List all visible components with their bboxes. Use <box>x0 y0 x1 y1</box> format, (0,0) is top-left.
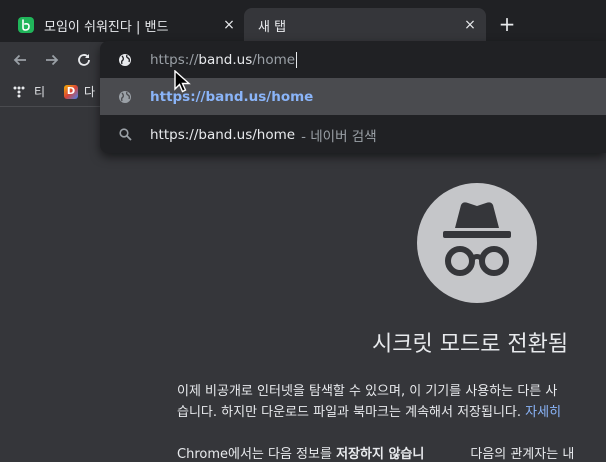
new-tab-button[interactable]: + <box>496 13 518 35</box>
incognito-details-line: Chrome에서는 다음 정보를 저장하지 않습니 다음의 관계자는 내 <box>177 443 574 462</box>
url-path: /home <box>252 51 296 68</box>
tistory-icon <box>13 86 25 97</box>
details-text-right: 다음의 관계자는 내 <box>470 447 575 462</box>
tab-band[interactable]: 모임이 쉬워진다 | 밴드 × <box>8 8 245 42</box>
bookmark-label: 티 <box>34 85 46 99</box>
url-scheme: https:// <box>150 51 199 68</box>
tab-title: 모임이 쉬워진다 | 밴드 <box>44 19 169 35</box>
mouse-cursor-icon <box>174 70 191 93</box>
globe-icon <box>100 53 150 67</box>
incognito-icon <box>417 183 537 303</box>
suggestion-query: https://band.us/home <box>150 126 296 143</box>
details-bold-text: 저장하지 않습니 <box>336 447 425 462</box>
bookmark-item[interactable]: 티 <box>12 83 45 100</box>
incognito-description-line2: 습니다. 하지만 다운로드 파일과 북마크는 계속해서 저장됩니다. 자세히 <box>177 401 561 420</box>
suggestion-source: - 네이버 검색 <box>301 128 377 145</box>
arrow-right-icon <box>46 54 59 66</box>
tab-title: 새 탭 <box>258 19 287 35</box>
tab-strip: 모임이 쉬워진다 | 밴드 × 새 탭 × + <box>0 0 606 46</box>
reload-icon <box>78 54 90 66</box>
url-host: band.us <box>198 51 253 68</box>
close-icon[interactable]: × <box>221 17 237 33</box>
page-title: 시크릿 모드로 전환됨 <box>372 332 569 357</box>
bookmark-label: 다 <box>84 85 96 99</box>
back-button[interactable] <box>8 48 32 72</box>
reload-button[interactable] <box>72 48 96 72</box>
learn-more-link[interactable]: 자세히 <box>525 405 561 420</box>
arrow-left-icon <box>13 54 26 66</box>
details-text: Chrome에서는 다음 정보를 <box>177 447 337 462</box>
daum-icon: D <box>64 84 78 99</box>
close-icon[interactable]: × <box>462 17 478 33</box>
incognito-description-line1: 이제 비공개로 인터넷을 탐색할 수 있으며, 이 기기를 사용하는 다른 사 <box>177 384 558 399</box>
globe-icon <box>100 90 150 104</box>
text-caret <box>296 51 298 68</box>
omnibox-suggestion[interactable]: https://band.us/home - 네이버 검색 <box>100 116 606 153</box>
forward-button[interactable] <box>40 48 64 72</box>
band-icon <box>18 17 34 33</box>
bookmark-item[interactable]: D 다 <box>64 83 95 100</box>
tab-new[interactable]: 새 탭 × <box>244 8 486 42</box>
description-text: 습니다. 하지만 다운로드 파일과 북마크는 계속해서 저장됩니다. <box>177 405 526 420</box>
search-icon <box>100 128 150 141</box>
omnibox-dropdown: https://band.us/home https://band.us/hom… <box>100 41 606 153</box>
